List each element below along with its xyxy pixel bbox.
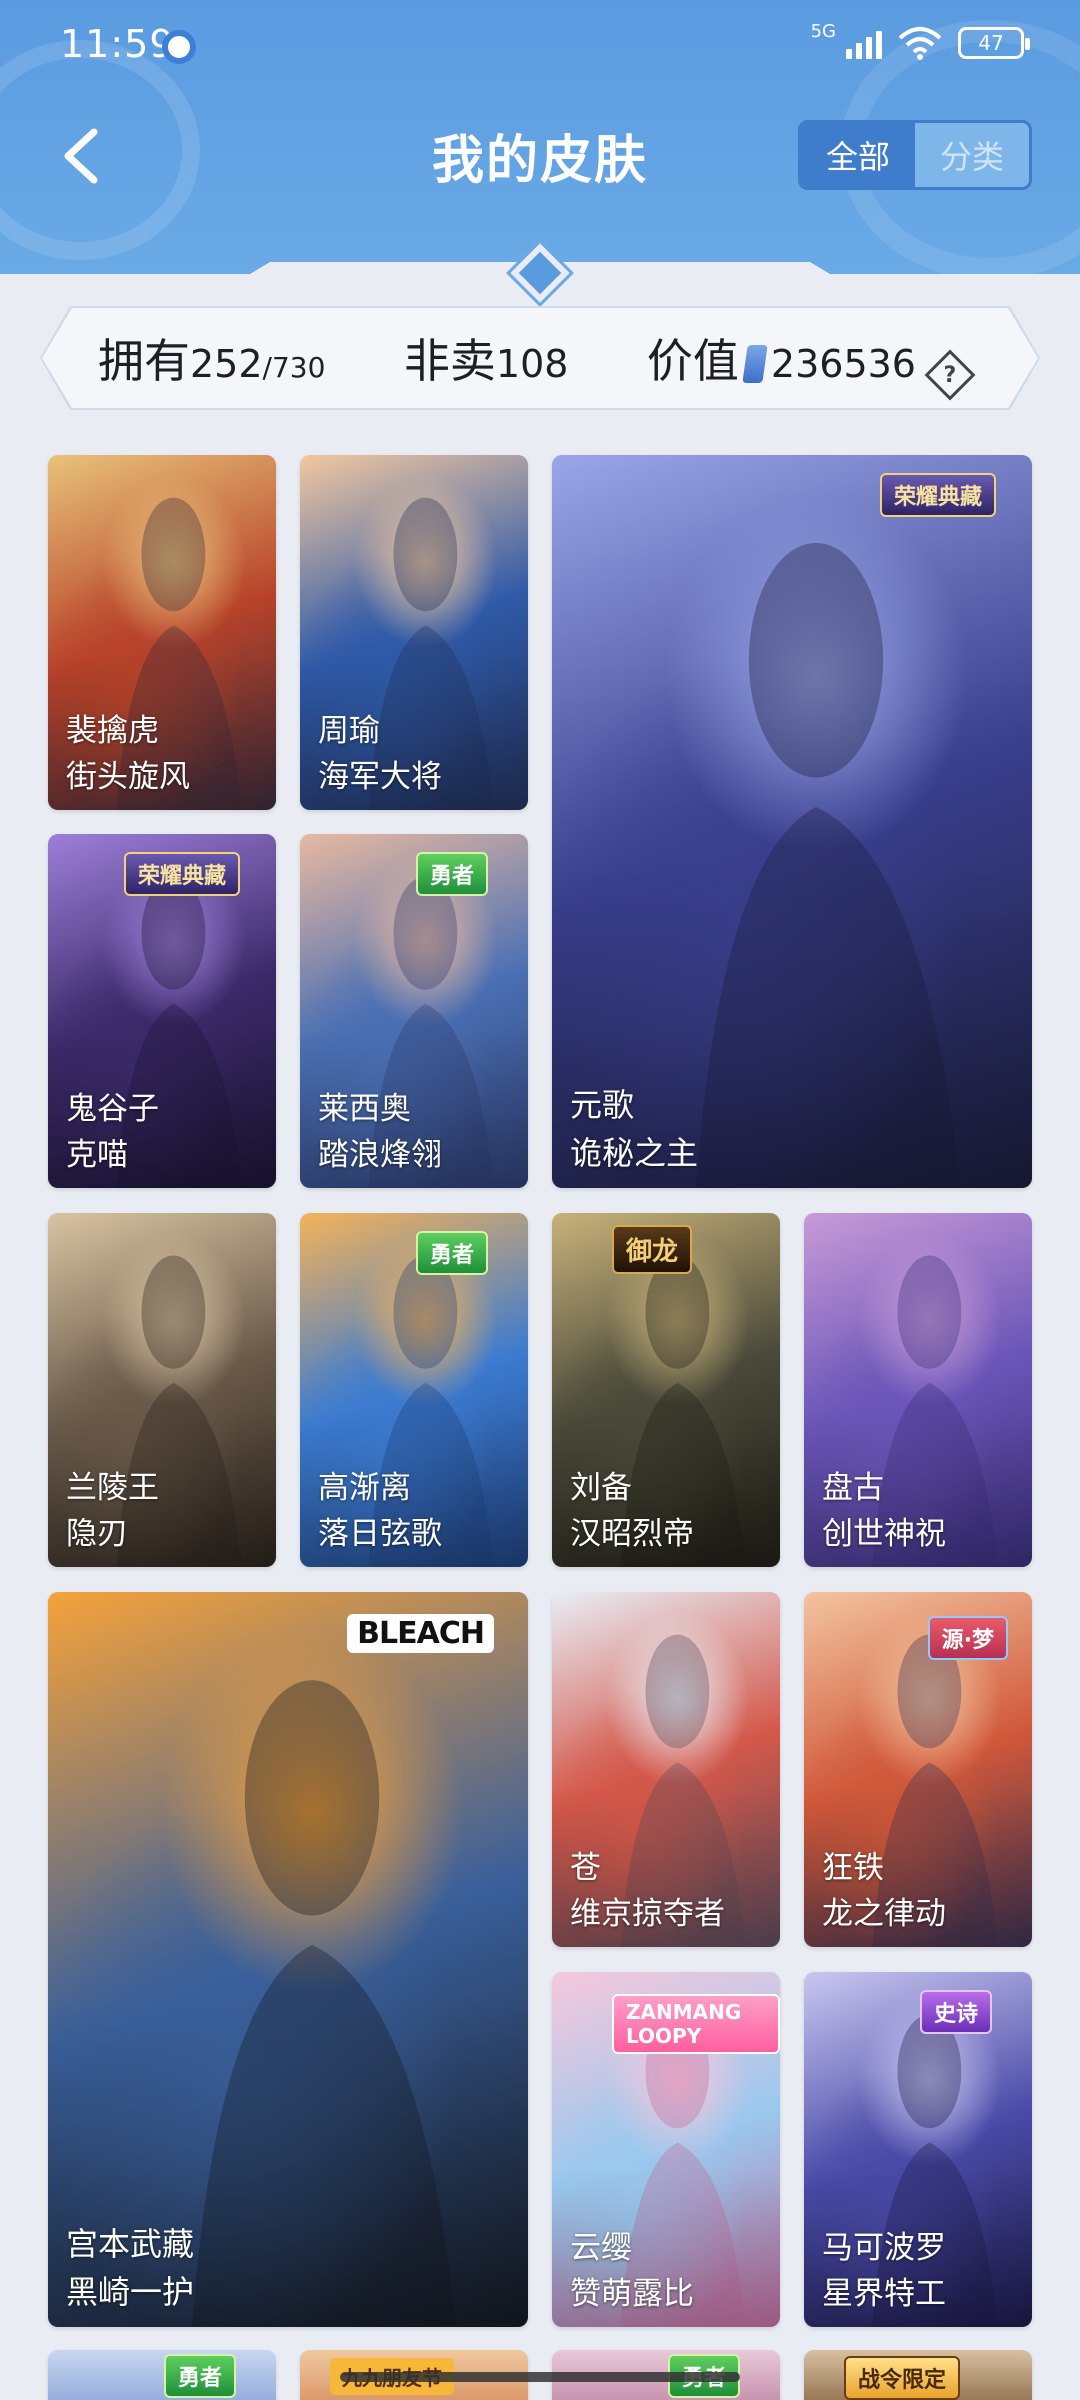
skin-card[interactable]: 盘古 创世神祝	[804, 1213, 1032, 1567]
yongguan-badge: 勇者	[415, 1231, 488, 1275]
stat-owned-total: /730	[262, 351, 326, 384]
skin-card[interactable]: 源·梦狂铁龙之律动	[804, 1592, 1032, 1947]
status-bar: 11:59 5G 47	[0, 0, 1080, 90]
yuanmeng-badge: 源·梦	[927, 1616, 1008, 1660]
skin-card[interactable]: 荣耀典藏鬼谷子克喵	[48, 834, 276, 1188]
skin-card[interactable]: 荣耀典藏元歌诡秘之主	[552, 455, 1032, 1188]
stat-value-amount: 236536	[770, 342, 916, 386]
stat-owned-label: 拥有	[98, 334, 190, 388]
skin-card[interactable]: 御龙刘备汉昭烈帝	[552, 1213, 780, 1567]
skin-name: 汉昭烈帝	[570, 1516, 694, 1552]
skin-name: 赞萌露比	[570, 2276, 694, 2312]
header: 11:59 5G 47 我的皮肤 全部 分类	[0, 0, 1080, 280]
skin-name: 隐刃	[66, 1516, 128, 1552]
battlepass-badge: 战令限定	[844, 2356, 961, 2400]
skin-name: 龙之律动	[822, 1896, 946, 1932]
status-time: 11:59	[60, 22, 175, 66]
hero-name: 刘备	[570, 1470, 632, 1506]
stat-not-for-sale-label: 非卖	[403, 334, 496, 388]
hero-name: 宫本武藏	[66, 2225, 195, 2263]
skin-card[interactable]: 勇者高渐离落日弦歌	[300, 1213, 528, 1567]
hero-name: 裴擒虎	[66, 713, 159, 749]
skin-card[interactable]: 史诗马可波罗星界特工	[804, 1972, 1032, 2327]
skin-name: 海军大将	[318, 759, 442, 795]
skin-name: 黑崎一护	[66, 2273, 195, 2311]
hero-name: 狂铁	[822, 1850, 884, 1886]
collection-badge: 荣耀典藏	[123, 852, 240, 896]
skin-name: 维京掠夺者	[570, 1896, 725, 1932]
home-indicator[interactable]	[340, 2372, 740, 2382]
skin-card[interactable]: BLEACH 宫本武藏黑崎一护	[48, 1592, 528, 2327]
hero-name: 元歌	[570, 1086, 635, 1124]
skin-name: 克喵	[66, 1137, 128, 1173]
signal-icon	[846, 27, 882, 59]
app-notification-icon	[162, 30, 196, 64]
skin-card-partial[interactable]: 战令限定	[804, 2350, 1032, 2400]
help-icon[interactable]: ?	[924, 349, 976, 400]
yongguan-badge: 勇者	[163, 2354, 236, 2398]
network-type: 5G	[810, 20, 836, 42]
skin-card[interactable]: 周瑜 海军大将	[300, 455, 528, 810]
wifi-icon	[898, 27, 942, 60]
yongguan-badge: 勇者	[415, 852, 488, 896]
hero-name: 马可波罗	[822, 2230, 946, 2266]
epic-badge: 史诗	[919, 1990, 992, 2034]
stat-owned: 拥有 252 /730	[98, 325, 325, 391]
skin-card-partial[interactable]: 勇者	[48, 2350, 276, 2400]
skin-card[interactable]: 苍维京掠夺者	[552, 1592, 780, 1947]
stat-not-for-sale: 非卖 108	[404, 325, 569, 391]
stat-not-for-sale-count: 108	[495, 342, 569, 386]
stat-value: 价值 236536 ?	[646, 325, 976, 400]
hero-name: 兰陵王	[66, 1470, 159, 1506]
skin-name: 创世神祝	[822, 1516, 946, 1552]
tab-switcher: 全部 分类	[798, 120, 1032, 190]
skin-card[interactable]: 兰陵王 隐刃	[48, 1213, 276, 1567]
royal-badge: 御龙	[612, 1225, 693, 1274]
skin-name: 诡秘之主	[570, 1134, 699, 1172]
hero-name: 莱西奥	[318, 1091, 411, 1127]
skin-name: 落日弦歌	[318, 1516, 442, 1552]
skin-name: 踏浪烽翎	[318, 1137, 442, 1173]
hero-name: 云缨	[570, 2230, 632, 2266]
hero-name: 周瑜	[318, 713, 380, 749]
battery-level: 47	[978, 31, 1004, 55]
hero-name: 苍	[570, 1850, 601, 1886]
skin-name: 街头旋风	[66, 759, 190, 795]
skin-card[interactable]: 勇者莱西奥踏浪烽翎	[300, 834, 528, 1188]
status-icons: 5G 47	[811, 21, 1030, 60]
collection-badge: 荣耀典藏	[879, 473, 996, 517]
skin-name: 星界特工	[822, 2276, 946, 2312]
crystal-coin-icon	[742, 345, 768, 383]
skin-card[interactable]: ZANMANG LOOPY 云缨赞萌露比	[552, 1972, 780, 2327]
hero-name: 鬼谷子	[66, 1091, 159, 1127]
bleach-badge: BLEACH	[347, 1614, 494, 1653]
tab-all[interactable]: 全部	[801, 123, 915, 187]
skin-card[interactable]: 裴擒虎 街头旋风	[48, 455, 276, 810]
stat-owned-count: 252	[190, 342, 263, 386]
tab-category[interactable]: 分类	[915, 123, 1029, 187]
stats-bar: 拥有 252 /730 非卖 108 价值 236536 ?	[42, 308, 1038, 408]
hero-name: 盘古	[822, 1470, 884, 1506]
zanmang-badge: ZANMANG LOOPY	[612, 1994, 780, 2054]
hero-name: 高渐离	[318, 1470, 411, 1506]
battery-icon: 47	[958, 27, 1030, 59]
stat-value-label: 价值	[646, 334, 739, 388]
